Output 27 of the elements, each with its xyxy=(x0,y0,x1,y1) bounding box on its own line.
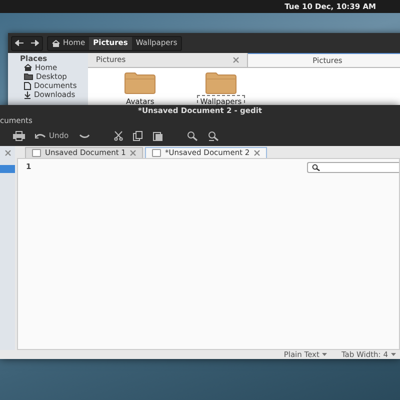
forward-arrow-icon xyxy=(30,40,39,46)
paste-icon xyxy=(152,131,163,141)
back-arrow-icon xyxy=(15,40,24,46)
close-icon xyxy=(233,57,239,63)
cut-icon xyxy=(114,131,123,141)
search-icon xyxy=(312,164,320,171)
home-icon xyxy=(52,40,60,46)
redo-icon xyxy=(78,133,90,139)
folder-icon xyxy=(124,72,156,94)
close-panel-icon[interactable] xyxy=(4,150,10,156)
copy-icon xyxy=(132,131,143,141)
close-icon xyxy=(254,150,260,156)
undo-icon xyxy=(35,133,46,139)
close-icon xyxy=(130,150,136,156)
dropdown-caret-icon xyxy=(322,353,328,356)
folder-icon xyxy=(204,72,237,94)
search-icon xyxy=(186,131,198,141)
document-icon xyxy=(24,82,31,90)
dropdown-caret-icon xyxy=(391,353,396,356)
search-field[interactable] xyxy=(307,162,399,173)
document-icon xyxy=(32,149,41,157)
download-icon xyxy=(24,90,31,98)
search-replace-icon xyxy=(208,131,219,141)
folder-icon xyxy=(24,73,33,80)
document-icon xyxy=(152,149,161,157)
home-icon xyxy=(24,64,32,71)
printer-icon xyxy=(13,131,25,141)
